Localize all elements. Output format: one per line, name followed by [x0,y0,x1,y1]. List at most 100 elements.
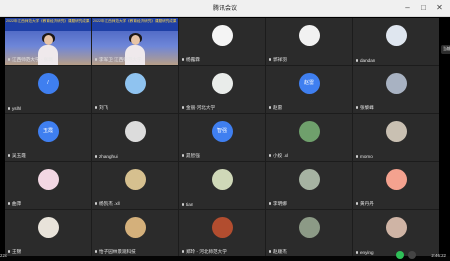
participant-name-text: 郭祥羽 [273,57,287,62]
avatar [211,72,233,94]
participant-tile[interactable]: 郭祥羽 [266,18,352,65]
participant-name-text: 郑玲 - 河北师范大学 [186,249,227,254]
participant-tile[interactable]: momo [353,114,439,161]
participant-tile[interactable]: 王锦 [5,210,91,257]
participant-tile[interactable]: 2022年江西师范大学《教育经济研究》课题研究成果江西师范大学 - 张璐 [5,18,91,65]
participant-name: momo [355,154,373,159]
mic-muted-icon [94,154,98,159]
participant-tile[interactable]: dandan [353,18,439,65]
participant-name: 怡子园林景观科技 [94,249,136,255]
avatar [298,168,320,190]
participant-tile[interactable]: tian [179,162,265,209]
participant-name: yslhl [7,106,21,111]
participant-name-text: dandan [360,58,376,63]
participant-tile[interactable]: / yslhl [5,66,91,113]
avatar [124,168,146,190]
avatar [298,216,320,238]
participant-tile[interactable]: 杨凯杰 .xll [92,162,178,209]
participant-name-text: 王锦 [12,249,22,254]
mic-muted-icon [181,250,185,254]
avatar [124,216,146,238]
participant-name-text: 吴玉霞 [12,153,26,158]
participant-tile[interactable]: 小姣 .xl [266,114,352,161]
participant-name-text: 李明娜 [273,201,287,206]
avatar [385,168,407,190]
participant-name: 杨露霖 [181,57,200,63]
meeting-app-icon[interactable] [396,251,404,259]
avatar [211,24,233,46]
maximize-icon[interactable]: □ [418,2,429,13]
participant-name: tian [181,202,193,207]
mic-muted-icon [355,106,359,110]
participant-tile[interactable]: 刘飞 [92,66,178,113]
avatar [385,24,407,46]
participant-name: 吴玉霞 [7,153,26,159]
avatar [385,216,407,238]
video-banner-text: 2022年江西师范大学《教育经济研究》课题研究成果 [5,18,91,31]
avatar [298,120,320,142]
avatar [385,120,407,142]
minimize-icon[interactable]: – [402,2,413,13]
participant-name-text: 江西师范大学 - 张璐 [12,57,53,62]
participant-name: 赵雷 [268,105,282,111]
mic-muted-icon [268,106,272,110]
participant-tile[interactable]: 2022年江西师范大学《教育经济研究》课题研究成果 李军卫 江西师范大学 [92,18,178,65]
avatar: 赵雷 [298,72,320,94]
participant-name: 金丽·河北大学 [181,105,215,111]
window-titlebar: 腾讯会议 – □ ✕ [0,0,450,17]
participant-tile[interactable]: 智强 晁智强 [179,114,265,161]
mic-muted-icon [355,58,359,63]
participant-tile[interactable]: zhanghui [92,114,178,161]
participant-name-text: 李军卫 江西师范大学 [99,57,142,62]
avatar: 智强 [211,120,233,142]
participant-tile[interactable]: 玉霞吴玉霞 [5,114,91,161]
participant-tile[interactable]: 李明娜 [266,162,352,209]
participant-name-text: 曲萍 [12,201,22,206]
avatar: 玉霞 [37,120,59,142]
mic-muted-icon [7,250,11,254]
participant-name: 小姣 .xl [268,153,288,159]
participant-name-text: zhanghui [99,154,118,159]
network-icon[interactable] [408,251,416,259]
close-icon[interactable]: ✕ [434,2,445,13]
avatar [124,120,146,142]
window-title: 腾讯会议 [212,6,237,12]
participant-tile[interactable]: 杨露霖 [179,18,265,65]
clock-time: 2:46:22 [431,253,446,258]
participant-name: enying [355,250,374,255]
participant-name-text: 小姣 .xl [273,153,289,158]
participant-tile[interactable]: 赵顺杰 [266,210,352,257]
participant-tile[interactable]: enying [353,210,439,257]
mic-muted-icon [7,154,11,158]
participant-tile[interactable]: 赵雷 赵雷 [266,66,352,113]
participant-tile[interactable]: 张黎峰 [353,66,439,113]
participant-tile[interactable]: 金丽·河北大学 [179,66,265,113]
mic-muted-icon [268,58,272,62]
participant-name: 李明娜 [268,201,287,207]
participant-tile[interactable]: 黄丹丹 [353,162,439,209]
bottom-left-text: 22c [0,253,8,258]
participant-name: 王锦 [7,249,21,255]
participant-name-text: tian [186,202,194,207]
participant-name-text: enying [360,250,374,255]
mic-muted-icon [94,58,98,62]
participant-name-text: 赵顺杰 [273,249,287,254]
participant-name: dandan [355,58,375,63]
mic-muted-icon [268,250,272,254]
participant-name: 赵顺杰 [268,249,287,255]
participant-name-text: 怡子园林景观科技 [99,249,136,254]
avatar: / [37,72,59,94]
participant-tile[interactable]: 曲萍 [5,162,91,209]
avatar [211,168,233,190]
mic-muted-icon [181,202,185,207]
participant-name: 江西师范大学 - 张璐 [7,57,53,63]
participant-name-text: yslhl [12,106,22,111]
participant-tile[interactable]: 怡子园林景观科技 [92,210,178,257]
current-speaker-chip[interactable]: 当前讲者 [441,45,450,54]
participant-name: 曲萍 [7,201,21,207]
participant-name: 杨凯杰 .xll [94,201,120,207]
participant-tile[interactable]: 郑玲 - 河北师范大学 [179,210,265,257]
participant-name-text: 杨凯杰 .xll [99,201,120,206]
mic-muted-icon [181,106,185,110]
participant-name: 张黎峰 [355,105,374,111]
